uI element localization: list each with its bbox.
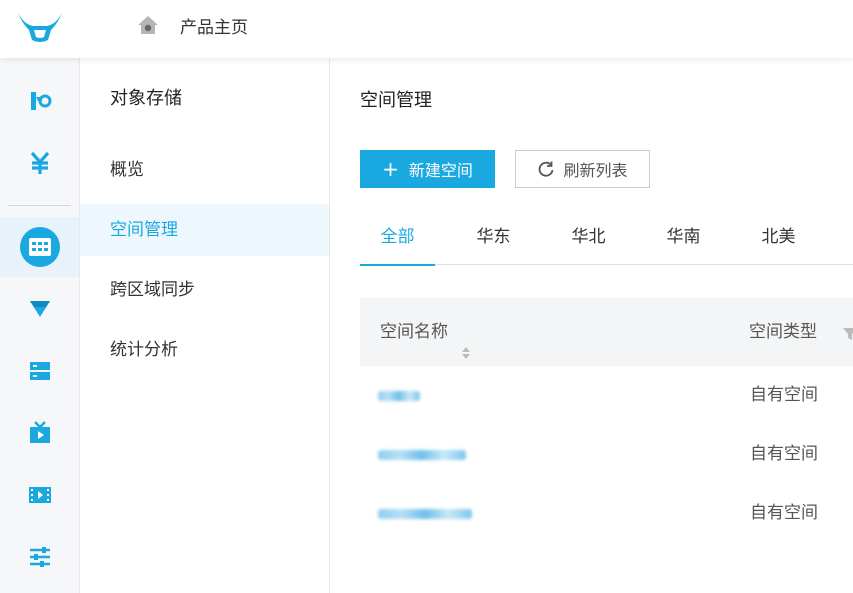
tab-all[interactable]: 全部 bbox=[360, 218, 435, 266]
rail-divider bbox=[8, 205, 71, 206]
refresh-list-label: 刷新列表 bbox=[563, 161, 628, 180]
kodo-icon bbox=[27, 88, 53, 118]
bucket-type: 自有空间 bbox=[750, 385, 818, 405]
bucket-name-redacted[interactable] bbox=[378, 386, 420, 404]
film-icon bbox=[27, 482, 53, 512]
bucket-type: 自有空间 bbox=[750, 503, 818, 523]
page-title: 空间管理 bbox=[360, 90, 432, 111]
table-row[interactable]: 自有空间 bbox=[360, 425, 853, 484]
storage-grid-icon bbox=[19, 227, 60, 267]
bucket-type: 自有空间 bbox=[750, 444, 818, 464]
rail-item-server[interactable] bbox=[0, 343, 79, 403]
rail-item-live[interactable] bbox=[0, 405, 79, 465]
home-icon bbox=[136, 13, 160, 37]
tab-east-china[interactable]: 华东 bbox=[456, 218, 531, 264]
main-content: 空间管理 + 新建空间 刷新列表 全部 华东 华北 华南 北美 空间名称 空间类… bbox=[330, 58, 853, 593]
new-bucket-button[interactable]: + 新建空间 bbox=[360, 150, 495, 188]
region-tabs: 全部 华东 华北 华南 北美 bbox=[360, 218, 853, 266]
tab-north-america[interactable]: 北美 bbox=[741, 218, 816, 264]
bull-logo-icon[interactable] bbox=[15, 8, 65, 44]
rail-item-cdn[interactable] bbox=[0, 280, 79, 340]
product-rail bbox=[0, 58, 80, 593]
rail-item-storage[interactable] bbox=[0, 217, 79, 277]
nav-title: 对象存储 bbox=[110, 88, 182, 109]
refresh-list-button[interactable]: 刷新列表 bbox=[515, 150, 650, 188]
nav-item-cross-region-sync[interactable]: 跨区域同步 bbox=[80, 264, 329, 316]
table-row[interactable]: 自有空间 bbox=[360, 484, 853, 543]
table-row[interactable]: 自有空间 bbox=[360, 366, 853, 425]
home-link[interactable]: 产品主页 bbox=[136, 12, 248, 38]
refresh-icon bbox=[537, 160, 563, 178]
rail-item-billing[interactable] bbox=[0, 135, 79, 195]
secondary-nav: 对象存储 概览 空间管理 跨区域同步 统计分析 bbox=[80, 58, 330, 593]
nav-item-bucket-management[interactable]: 空间管理 bbox=[80, 204, 329, 256]
tab-north-china[interactable]: 华北 bbox=[551, 218, 626, 264]
column-name-label: 空间名称 bbox=[380, 322, 448, 342]
column-header-type[interactable]: 空间类型 bbox=[749, 298, 817, 366]
bucket-name-redacted[interactable] bbox=[378, 504, 472, 522]
tab-south-china[interactable]: 华南 bbox=[646, 218, 721, 264]
tv-icon bbox=[27, 420, 53, 450]
nav-item-statistics[interactable]: 统计分析 bbox=[80, 324, 329, 376]
home-label: 产品主页 bbox=[180, 17, 248, 38]
rail-item-settings[interactable] bbox=[0, 529, 79, 589]
cdn-icon bbox=[27, 295, 53, 325]
sort-icon[interactable] bbox=[461, 323, 471, 359]
column-header-name[interactable]: 空间名称 bbox=[380, 298, 471, 366]
plus-icon: + bbox=[382, 157, 399, 181]
table-header: 空间名称 空间类型 bbox=[360, 298, 853, 366]
sliders-icon bbox=[27, 544, 53, 574]
rail-item-video[interactable] bbox=[0, 467, 79, 527]
server-icon bbox=[27, 358, 53, 388]
nav-item-overview[interactable]: 概览 bbox=[80, 144, 329, 196]
filter-icon[interactable] bbox=[843, 325, 853, 340]
yen-icon bbox=[27, 150, 53, 180]
top-bar: 产品主页 bbox=[0, 0, 853, 58]
bucket-name-redacted[interactable] bbox=[378, 445, 466, 463]
new-bucket-label: 新建空间 bbox=[408, 161, 473, 180]
rail-item-kodo[interactable] bbox=[0, 73, 79, 133]
